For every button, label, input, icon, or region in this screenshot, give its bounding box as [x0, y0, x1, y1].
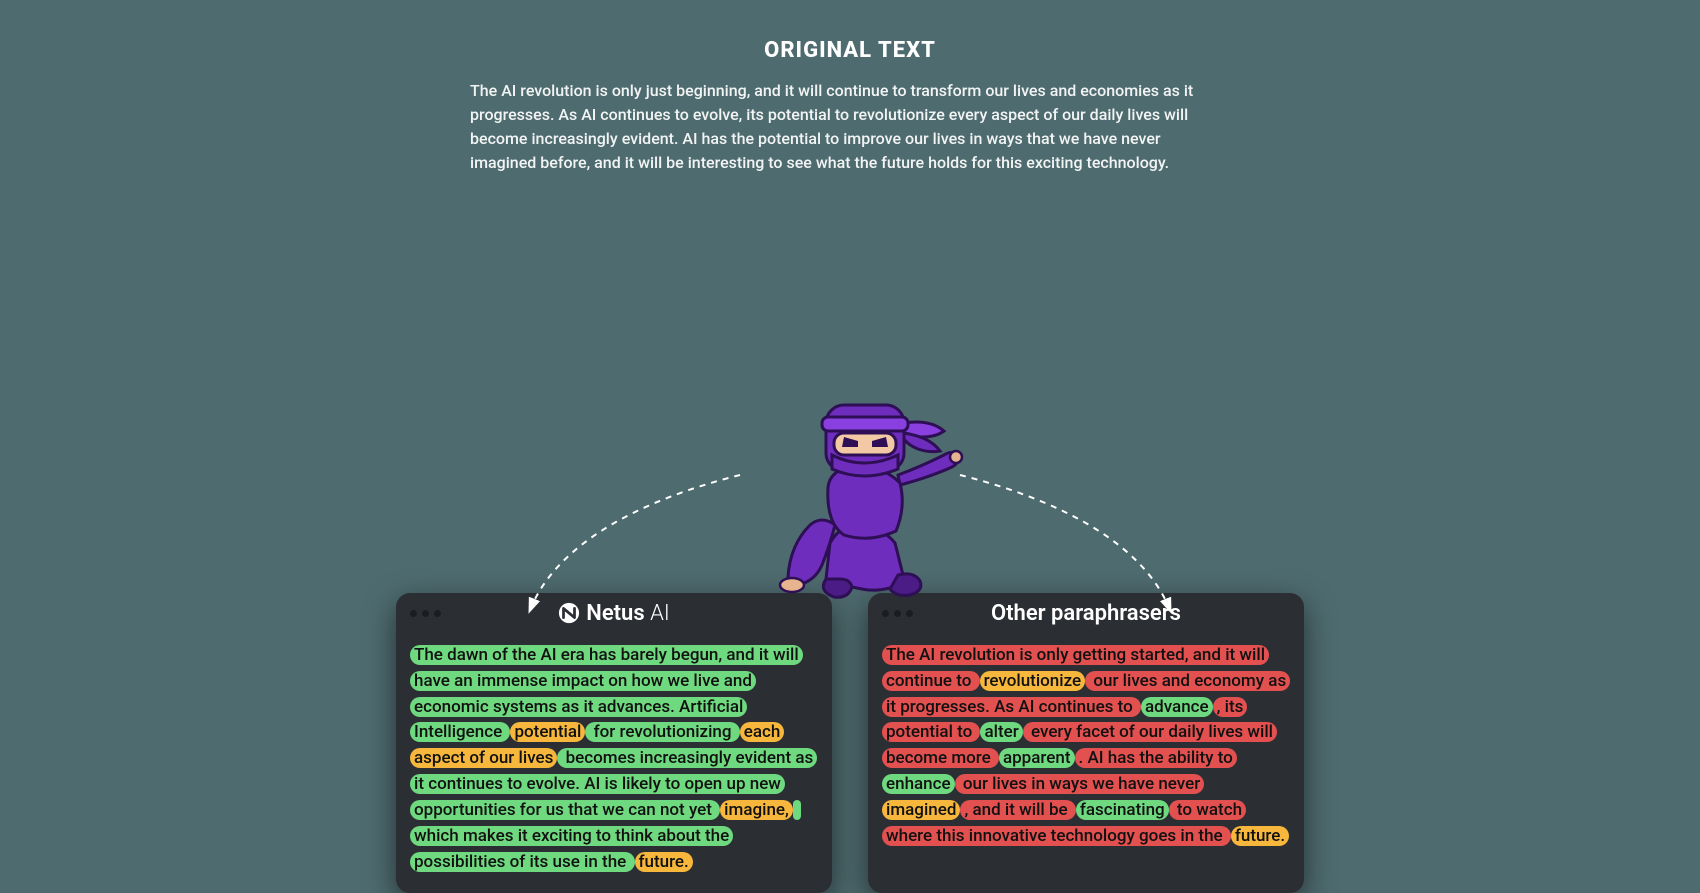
netus-card-body: The dawn of the AI era has barely begun,… — [396, 633, 832, 893]
original-text-section: ORIGINAL TEXT The AI revolution is only … — [0, 0, 1700, 175]
highlight-span: future. — [1231, 826, 1289, 846]
netus-brand-bold: Netus — [586, 601, 644, 626]
original-text-body: The AI revolution is only just beginning… — [470, 79, 1230, 175]
netus-brand-light: AI — [650, 601, 670, 626]
highlight-span: advance — [1141, 697, 1213, 717]
highlight-span: , and it will be — [960, 800, 1075, 820]
highlight-span: revolutionize — [980, 671, 1086, 691]
highlight-span: enhance — [882, 774, 955, 794]
highlight-span: for revolutionizing — [585, 722, 739, 742]
highlight-span: our lives in ways we have never — [955, 774, 1205, 794]
netus-card: Netus AI The dawn of the AI era has bare… — [396, 593, 832, 893]
other-card-body: The AI revolution is only getting starte… — [868, 633, 1304, 868]
comparison-cards-row: Netus AI The dawn of the AI era has bare… — [396, 593, 1304, 893]
highlight-span: fascinating — [1076, 800, 1169, 820]
highlight-span: imagine, — [720, 800, 793, 820]
highlight-span: future. — [635, 852, 693, 872]
highlight-span: potential — [510, 722, 585, 742]
highlight-span: . AI has the ability to — [1075, 748, 1237, 768]
highlight-span: imagined — [882, 800, 960, 820]
highlight-span: alter — [980, 722, 1022, 742]
highlight-span: apparent — [999, 748, 1075, 768]
other-card: Other paraphrasers The AI revolution is … — [868, 593, 1304, 893]
netus-logo-icon — [558, 602, 580, 624]
original-text-title: ORIGINAL TEXT — [0, 38, 1700, 63]
ninja-mascot-icon — [730, 375, 970, 605]
